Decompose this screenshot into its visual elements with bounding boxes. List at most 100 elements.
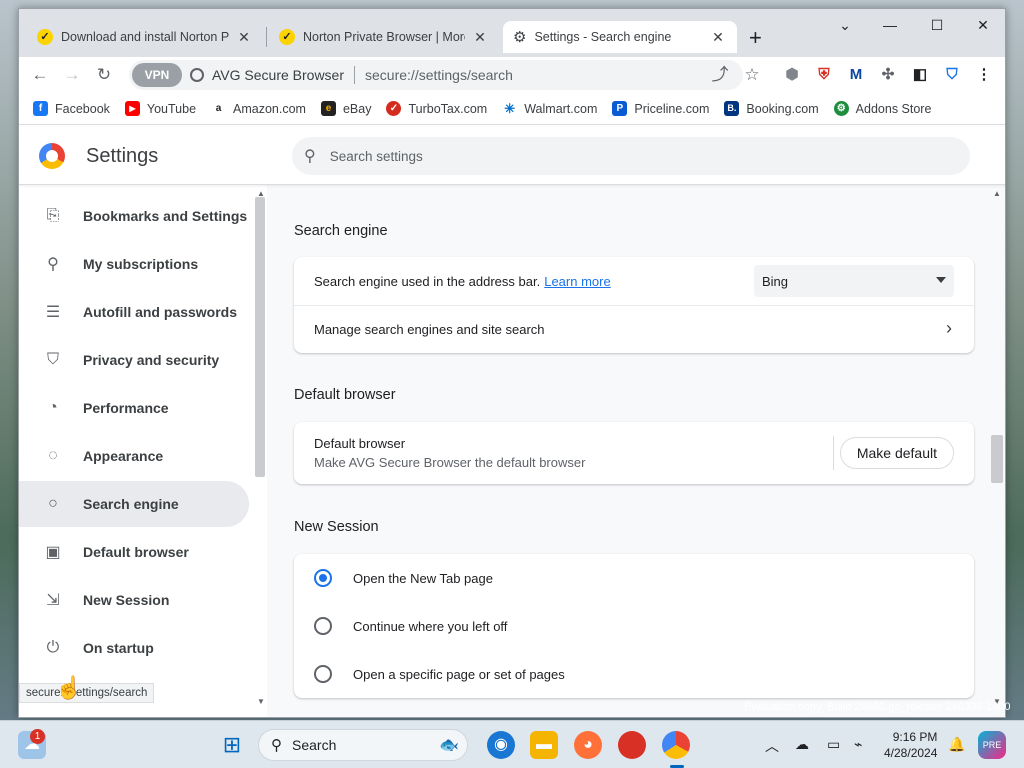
norton-check-icon: ✓	[279, 29, 295, 45]
gear-icon: ⚙	[513, 29, 527, 46]
bookmark-star-icon[interactable]: ☆	[740, 63, 764, 87]
manage-search-engines-row[interactable]: Manage search engines and site search ›	[294, 305, 974, 353]
red-sphere-app-icon[interactable]	[618, 731, 646, 759]
copilot-taskbar-icon[interactable]: ◉	[487, 731, 515, 759]
bookmark-facebook[interactable]: f Facebook	[33, 101, 110, 116]
bookmark-turbotax[interactable]: ✓ TurboTax.com	[386, 101, 487, 116]
extensions-puzzle-icon[interactable]: ✣	[877, 64, 899, 86]
side-panel-icon[interactable]: ◧	[909, 64, 931, 86]
bookmark-walmart[interactable]: ✳ Walmart.com	[502, 101, 597, 116]
close-icon[interactable]: ✕	[471, 29, 489, 46]
close-icon[interactable]: ✕	[235, 29, 253, 46]
tab-title: Norton Private Browser | More S	[303, 30, 465, 44]
bookmarks-icon: ⎘	[46, 207, 60, 224]
search-engine-select[interactable]: Bing	[754, 265, 954, 297]
key-icon: ⚲	[47, 256, 59, 273]
bookmark-priceline[interactable]: P Priceline.com	[612, 101, 709, 116]
radio-option-new-tab[interactable]: Open the New Tab page	[294, 554, 974, 602]
sidebar-item-label: My subscriptions	[83, 256, 199, 272]
copilot-pre-icon[interactable]: PRE	[978, 731, 1006, 759]
search-icon: ○	[48, 495, 58, 512]
bookmark-label: Booking.com	[746, 101, 819, 116]
bookmark-youtube[interactable]: ▶ YouTube	[124, 101, 197, 116]
avg-browser-taskbar-icon[interactable]	[662, 731, 690, 759]
onedrive-cloud-icon[interactable]: ☁	[795, 736, 809, 753]
sidebar-item-label: Default browser	[83, 544, 189, 560]
reload-icon[interactable]: ↻	[92, 63, 116, 87]
back-arrow-icon[interactable]: ←	[28, 63, 52, 87]
bookmark-ebay[interactable]: e eBay	[320, 101, 371, 116]
taskbar-search[interactable]: ⚲ Search 🐟	[258, 729, 468, 761]
norton-check-icon: ✓	[37, 29, 53, 45]
vpn-toggle-button[interactable]: VPN	[132, 63, 182, 87]
tab-settings-search-engine[interactable]: ⚙ Settings - Search engine ✕	[503, 21, 737, 53]
sidebar-item-search-engine[interactable]: ○ Search engine	[19, 481, 249, 527]
learn-more-link[interactable]: Learn more	[544, 274, 610, 289]
new-session-card: Open the New Tab page Continue where you…	[294, 554, 974, 698]
autofill-icon: ☰	[45, 304, 61, 321]
default-browser-row: Default browser Make AVG Secure Browser …	[294, 422, 974, 484]
radio-button-checked[interactable]	[314, 569, 332, 587]
tab-separator	[266, 27, 267, 47]
radio-option-continue[interactable]: Continue where you left off	[294, 602, 974, 650]
system-clock[interactable]: 9:16 PM 4/28/2024	[884, 729, 937, 761]
radio-button[interactable]	[314, 665, 332, 683]
search-input[interactable]	[329, 148, 890, 164]
bookmark-amazon[interactable]: a Amazon.com	[211, 101, 306, 116]
settings-search-box[interactable]: ⚲	[292, 137, 970, 175]
extension-blue-shield-icon[interactable]: ⛉	[941, 64, 963, 86]
settings-main: Search engine Search engine used in the …	[267, 185, 1005, 717]
radio-button[interactable]	[314, 617, 332, 635]
sidebar-scrollbar[interactable]	[255, 197, 265, 477]
sidebar-item-new-session[interactable]: ⇲ New Session	[19, 577, 249, 623]
close-window-icon[interactable]: ✕	[968, 17, 998, 34]
firefox-icon[interactable]: ◕	[574, 731, 602, 759]
sidebar-item-default-browser[interactable]: ▣ Default browser	[19, 529, 249, 575]
maximize-icon[interactable]: ☐	[922, 17, 952, 34]
extension-red-shield-icon[interactable]: ⛨	[813, 64, 835, 86]
radio-option-specific-pages[interactable]: Open a specific page or set of pages	[294, 650, 974, 698]
bookmark-addons-store[interactable]: ⚙ Addons Store	[833, 101, 932, 116]
forward-arrow-icon[interactable]: →	[60, 63, 84, 87]
scroll-down-arrow-icon[interactable]: ▼	[257, 697, 265, 706]
url-text[interactable]: secure://settings/search	[365, 67, 513, 83]
sidebar-item-my-subscriptions[interactable]: ⚲ My subscriptions	[19, 241, 249, 287]
windows-start-icon[interactable]: ⊞	[218, 731, 246, 759]
close-icon[interactable]: ✕	[709, 29, 727, 46]
tab-search-chevron-down-icon[interactable]: ⌄	[830, 17, 860, 34]
sidebar-item-performance[interactable]: ◔ Performance	[19, 385, 249, 431]
sidebar-item-appearance[interactable]: ◌ Appearance	[19, 433, 249, 479]
sidebar-item-on-startup[interactable]: ⏻ On startup	[19, 625, 249, 671]
minimize-icon[interactable]: —	[875, 17, 905, 33]
bell-icon[interactable]: 🔔	[948, 736, 965, 753]
main-scrollbar[interactable]	[991, 435, 1003, 483]
bookmark-booking[interactable]: B. Booking.com	[724, 101, 819, 116]
section-title: New Session	[294, 519, 379, 535]
tab-norton-download[interactable]: ✓ Download and install Norton Pr ✕	[27, 21, 263, 53]
sidebar-item-label: Bookmarks and Settings	[83, 208, 248, 224]
tab-norton-private-browser[interactable]: ✓ Norton Private Browser | More S ✕	[269, 21, 499, 53]
bookmark-label: Walmart.com	[524, 101, 598, 116]
sidebar-item-bookmarks-and-settings[interactable]: ⎘ Bookmarks and Settings	[19, 193, 249, 239]
extension-shield-gray-icon[interactable]: ⬢	[781, 64, 803, 86]
bookmark-label: YouTube	[146, 101, 197, 116]
tab-title: Download and install Norton Pr	[61, 30, 229, 44]
clock-time: 9:16 PM	[892, 730, 938, 744]
new-tab-plus-icon[interactable]: +	[749, 25, 762, 51]
chevron-up-icon[interactable]: ︿	[765, 736, 779, 756]
malwarebytes-icon[interactable]: M	[845, 64, 867, 86]
avg-browser-logo-icon	[39, 143, 65, 169]
share-icon[interactable]: ⤴	[708, 63, 732, 87]
menu-kebab-icon[interactable]: ⋮	[973, 64, 995, 86]
sidebar-item-autofill-and-passwords[interactable]: ☰ Autofill and passwords	[19, 289, 249, 335]
address-bar[interactable]: VPN AVG Secure Browser secure://settings…	[129, 60, 743, 90]
display-icon[interactable]: ▭	[827, 736, 840, 753]
bookmark-label: Addons Store	[855, 101, 932, 116]
browser-window: ✓ Download and install Norton Pr ✕ ✓ Nor…	[18, 8, 1006, 718]
scroll-up-arrow-icon[interactable]: ▲	[993, 189, 1001, 198]
chevron-right-icon: ›	[946, 318, 952, 338]
sidebar-item-privacy-and-security[interactable]: ⛉ Privacy and security	[19, 337, 249, 383]
file-explorer-icon[interactable]: ▬	[530, 731, 558, 759]
make-default-button[interactable]: Make default	[839, 437, 954, 469]
network-speaker-icon[interactable]: ⌁	[854, 736, 862, 753]
